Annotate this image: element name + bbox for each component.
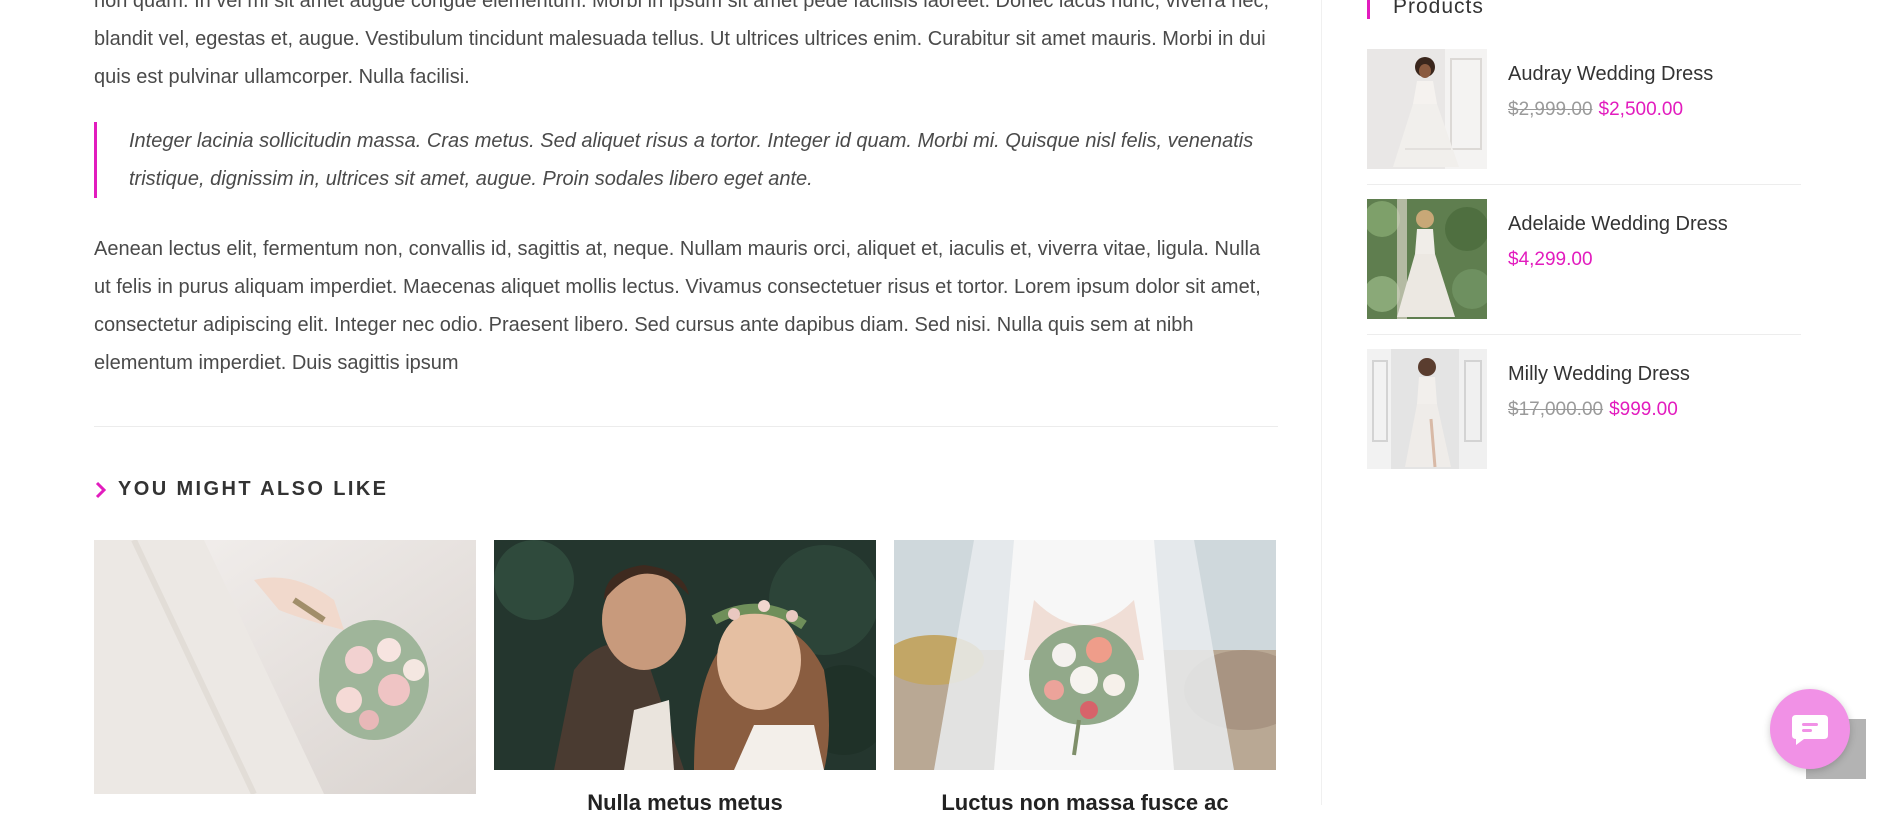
product-thumbnail[interactable] <box>1367 49 1487 169</box>
product-price: $2,999.00 $2,500.00 <box>1508 99 1683 121</box>
chat-button[interactable] <box>1770 689 1850 769</box>
product-price: $17,000.00 $999.00 <box>1508 399 1678 421</box>
product-separator <box>1367 334 1801 335</box>
product-thumbnail[interactable] <box>1367 199 1487 319</box>
product-sale-price: $2,500.00 <box>1598 99 1684 120</box>
product-name[interactable]: Adelaide Wedding Dress <box>1508 213 1728 236</box>
couple-embracing-image <box>494 540 876 770</box>
accent-bar <box>1367 0 1370 19</box>
blockquote: Integer lacinia sollicitudin massa. Cras… <box>94 122 1278 198</box>
related-posts-title: YOU MIGHT ALSO LIKE <box>118 478 389 500</box>
product-thumbnail[interactable] <box>1367 349 1487 469</box>
chevron-right-icon <box>95 481 107 498</box>
related-post-card[interactable] <box>94 540 476 814</box>
product-sale-price: $999.00 <box>1609 399 1678 420</box>
blockquote-text: Integer lacinia sollicitudin massa. Cras… <box>129 130 1254 190</box>
bride-bouquet-veil-image <box>894 540 1276 770</box>
product-item[interactable]: Milly Wedding Dress $17,000.00 $999.00 <box>1367 349 1801 499</box>
article-paragraph: non quam. In vel mi sit amet augue congu… <box>94 0 1270 88</box>
bride-holding-bouquet-image <box>94 540 476 794</box>
wedding-dress-image <box>1367 349 1487 469</box>
related-post-image[interactable] <box>894 540 1276 770</box>
related-post-card[interactable]: Nulla metus metus <box>494 540 876 816</box>
wedding-dress-image <box>1367 49 1487 169</box>
widget-title-text: Products <box>1393 0 1484 18</box>
sidebar-divider <box>1321 0 1322 805</box>
product-sale-price: $4,299.00 <box>1508 249 1593 270</box>
product-separator <box>1367 184 1801 185</box>
product-old-price: $17,000.00 <box>1508 399 1604 420</box>
product-item[interactable]: Audray Wedding Dress $2,999.00 $2,500.00 <box>1367 49 1801 199</box>
related-post-card[interactable]: Luctus non massa fusce ac <box>894 540 1276 816</box>
product-item[interactable]: Adelaide Wedding Dress $4,299.00 <box>1367 199 1801 349</box>
products-widget-title: Products <box>1367 0 1484 20</box>
related-post-image[interactable] <box>94 540 476 794</box>
wedding-dress-image <box>1367 199 1487 319</box>
product-old-price: $2,999.00 <box>1508 99 1593 120</box>
product-name[interactable]: Milly Wedding Dress <box>1508 363 1690 386</box>
related-posts-heading: YOU MIGHT ALSO LIKE <box>94 478 388 501</box>
related-post-title[interactable]: Luctus non massa fusce ac <box>894 790 1276 816</box>
product-price: $4,299.00 <box>1508 249 1593 271</box>
article-paragraph: Aenean lectus elit, fermentum non, conva… <box>94 238 1261 374</box>
product-name[interactable]: Audray Wedding Dress <box>1508 63 1713 86</box>
related-post-title[interactable]: Nulla metus metus <box>494 790 876 816</box>
chat-icon <box>1792 715 1828 745</box>
divider <box>94 426 1278 427</box>
related-post-image[interactable] <box>494 540 876 770</box>
article-main: non quam. In vel mi sit amet augue congu… <box>94 0 1278 815</box>
